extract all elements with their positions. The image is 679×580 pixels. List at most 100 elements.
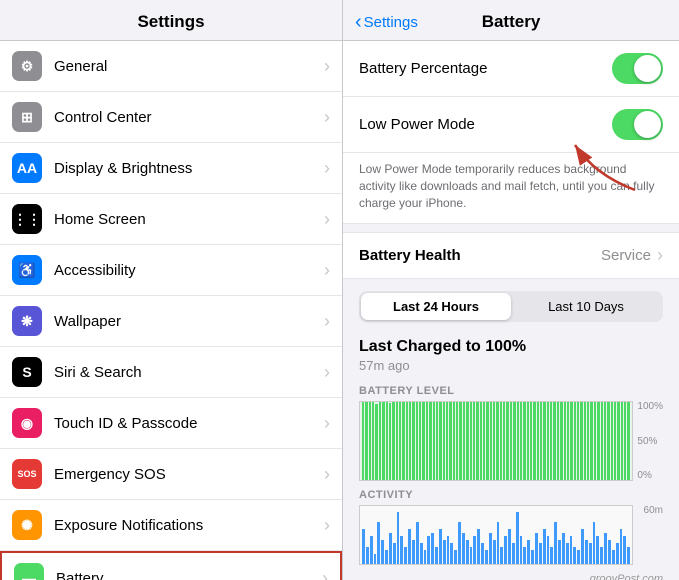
tab-10d[interactable]: Last 10 Days xyxy=(511,293,661,320)
battery-bar xyxy=(500,402,502,480)
activity-bar xyxy=(489,533,492,565)
sidebar-item-label-sos: Emergency SOS xyxy=(54,466,324,483)
sidebar-item-exposure[interactable]: ✺Exposure Notifications xyxy=(0,500,342,551)
activity-bar xyxy=(627,547,630,565)
battery-bar xyxy=(389,403,391,480)
battery-bar xyxy=(466,402,468,480)
battery-chart-area xyxy=(359,401,633,481)
sidebar-item-control-center[interactable]: ⊞Control Center xyxy=(0,92,342,143)
battery-bar xyxy=(436,402,438,480)
battery-bar xyxy=(553,402,555,480)
battery-bar xyxy=(540,402,542,480)
sidebar-item-label-general: General xyxy=(54,58,324,75)
activity-bar xyxy=(547,536,550,564)
activity-bar xyxy=(520,536,523,564)
activity-bar xyxy=(370,536,373,564)
sidebar-item-accessibility[interactable]: ♿Accessibility xyxy=(0,245,342,296)
battery-bar xyxy=(543,402,545,480)
battery-bar xyxy=(382,402,384,480)
activity-bar xyxy=(497,522,500,564)
battery-percentage-toggle[interactable] xyxy=(612,53,663,84)
battery-bar xyxy=(493,402,495,480)
back-button[interactable]: ‹ Settings xyxy=(355,11,418,34)
sidebar-item-touchid[interactable]: ◉Touch ID & Passcode xyxy=(0,398,342,449)
sidebar-item-label-battery: Battery xyxy=(56,570,322,580)
activity-bar xyxy=(593,522,596,564)
sidebar-item-siri[interactable]: SSiri & Search xyxy=(0,347,342,398)
activity-bar xyxy=(562,533,565,565)
activity-section: ACTIVITY 60m xyxy=(343,481,679,569)
sidebar-item-display[interactable]: AADisplay & Brightness xyxy=(0,143,342,194)
battery-bar xyxy=(480,402,482,480)
tab-24h[interactable]: Last 24 Hours xyxy=(361,293,511,320)
activity-bar xyxy=(439,529,442,564)
activity-bar xyxy=(527,540,530,565)
battery-bar xyxy=(399,402,401,480)
activity-chart-area xyxy=(359,505,633,565)
activity-bar xyxy=(366,547,369,565)
activity-bar xyxy=(458,522,461,564)
battery-bar xyxy=(574,402,576,480)
activity-bar xyxy=(400,536,403,564)
activity-bar xyxy=(443,540,446,565)
battery-y-labels: 100%50%0% xyxy=(637,401,663,481)
touchid-icon: ◉ xyxy=(12,408,42,438)
activity-bar xyxy=(608,540,611,565)
battery-bar xyxy=(560,402,562,480)
battery-bar xyxy=(517,402,519,480)
sidebar-item-sos[interactable]: SOSEmergency SOS xyxy=(0,449,342,500)
chevron-icon xyxy=(324,158,330,179)
battery-bar xyxy=(604,402,606,480)
activity-bar xyxy=(577,550,580,564)
battery-bar xyxy=(601,402,603,480)
sidebar-item-home-screen[interactable]: ⋮⋮Home Screen xyxy=(0,194,342,245)
battery-bar xyxy=(372,402,374,480)
battery-bar xyxy=(470,402,472,480)
activity-bar xyxy=(397,512,400,565)
battery-bar xyxy=(570,402,572,480)
battery-bar xyxy=(379,402,381,480)
sidebar-item-label-home-screen: Home Screen xyxy=(54,211,324,228)
activity-bar xyxy=(508,529,511,564)
sidebar-item-wallpaper[interactable]: ❋Wallpaper xyxy=(0,296,342,347)
sidebar-item-battery[interactable]: ▬Battery xyxy=(0,551,342,580)
battery-health-row[interactable]: Battery Health Service › xyxy=(343,232,679,279)
activity-bar xyxy=(596,536,599,564)
activity-bar xyxy=(435,547,438,565)
detail-title: Battery xyxy=(482,12,541,32)
battery-bar xyxy=(580,402,582,480)
battery-bar xyxy=(443,402,445,480)
battery-bar xyxy=(496,402,498,480)
toggle-knob xyxy=(634,55,661,82)
activity-bar xyxy=(466,540,469,565)
activity-bar xyxy=(412,540,415,565)
battery-bar xyxy=(416,402,418,480)
activity-bar xyxy=(620,529,623,564)
battery-bar xyxy=(446,402,448,480)
activity-label: ACTIVITY xyxy=(359,489,663,501)
sidebar-item-general[interactable]: ⚙General xyxy=(0,41,342,92)
battery-bar xyxy=(375,404,377,480)
battery-bar xyxy=(590,402,592,480)
activity-bar xyxy=(470,547,473,565)
chevron-icon xyxy=(324,56,330,77)
battery-bar xyxy=(607,402,609,480)
battery-y-label: 0% xyxy=(637,470,663,481)
chevron-icon xyxy=(324,311,330,332)
low-power-row: Low Power Mode xyxy=(343,97,679,153)
low-power-toggle[interactable] xyxy=(612,109,663,140)
sidebar-item-label-display: Display & Brightness xyxy=(54,160,324,177)
battery-bar xyxy=(621,402,623,480)
activity-bar xyxy=(454,550,457,564)
battery-bar xyxy=(523,402,525,480)
battery-bar xyxy=(392,402,394,480)
battery-level-section: BATTERY LEVEL 100%50%0% xyxy=(343,377,679,481)
sidebar-item-label-siri: Siri & Search xyxy=(54,364,324,381)
sidebar-item-label-accessibility: Accessibility xyxy=(54,262,324,279)
battery-bar xyxy=(557,402,559,480)
activity-bar xyxy=(485,550,488,564)
battery-bar xyxy=(490,402,492,480)
activity-bar xyxy=(535,533,538,565)
activity-bar xyxy=(473,536,476,564)
activity-y-max: 60m xyxy=(644,505,663,516)
